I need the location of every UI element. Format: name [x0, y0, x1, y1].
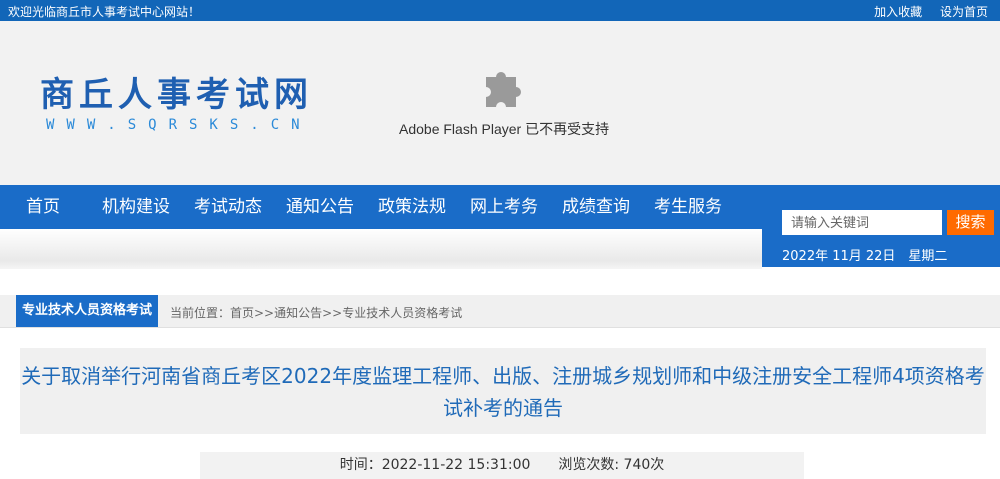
- set-homepage-link[interactable]: 设为首页: [940, 5, 988, 19]
- welcome-text: 欢迎光临商丘市人事考试中心网站！: [8, 5, 201, 19]
- article-meta: 时间：2022-11-22 15:31:00 浏览次数: 740次: [200, 452, 804, 479]
- article-title-line2: 试补考的通告: [443, 396, 563, 420]
- nav-organization[interactable]: 机构建设: [90, 185, 182, 229]
- nav-notices[interactable]: 通知公告: [274, 185, 366, 229]
- breadcrumb[interactable]: 当前位置：首页>>通知公告>>专业技术人员资格考试: [170, 304, 462, 321]
- nav-online-affairs[interactable]: 网上考务: [458, 185, 550, 229]
- article-title-line1: 关于取消举行河南省商丘考区2022年度监理工程师、出版、注册城乡规划师和中级注册…: [21, 364, 985, 388]
- search-input[interactable]: 请输入关键词: [782, 210, 942, 235]
- top-bar: 欢迎光临商丘市人事考试中心网站！ 加入收藏 设为首页: [0, 0, 1000, 21]
- nav-score-query[interactable]: 成绩查询: [550, 185, 642, 229]
- flash-notice: Adobe Flash Player 已不再受支持: [399, 121, 610, 137]
- nav-home[interactable]: 首页: [0, 185, 90, 229]
- category-badge[interactable]: 专业技术人员资格考试: [16, 295, 158, 327]
- search-button[interactable]: 搜索: [947, 210, 994, 235]
- nav-exam-news[interactable]: 考试动态: [182, 185, 274, 229]
- current-date: 2022年 11月 22日 星期二: [782, 249, 948, 264]
- article-title: 关于取消举行河南省商丘考区2022年度监理工程师、出版、注册城乡规划师和中级注册…: [20, 360, 986, 424]
- nav-policies[interactable]: 政策法规: [366, 185, 458, 229]
- plugin-puzzle-icon: [486, 72, 521, 107]
- nav-candidate-service[interactable]: 考生服务: [642, 185, 734, 229]
- site-logo-url: WWW.SQRSKS.CN: [46, 117, 312, 133]
- site-logo[interactable]: 商丘人事考试网: [40, 67, 313, 116]
- site-header: 商丘人事考试网 WWW.SQRSKS.CN Adobe Flash Player…: [0, 21, 1000, 185]
- top-links: 加入收藏 设为首页: [860, 3, 988, 20]
- add-favorite-link[interactable]: 加入收藏: [874, 5, 922, 19]
- nav-shadow: [0, 229, 762, 269]
- article-title-box: 关于取消举行河南省商丘考区2022年度监理工程师、出版、注册城乡规划师和中级注册…: [20, 348, 986, 434]
- nav-list: 首页 机构建设 考试动态 通知公告 政策法规 网上考务 成绩查询 考生服务: [0, 185, 734, 229]
